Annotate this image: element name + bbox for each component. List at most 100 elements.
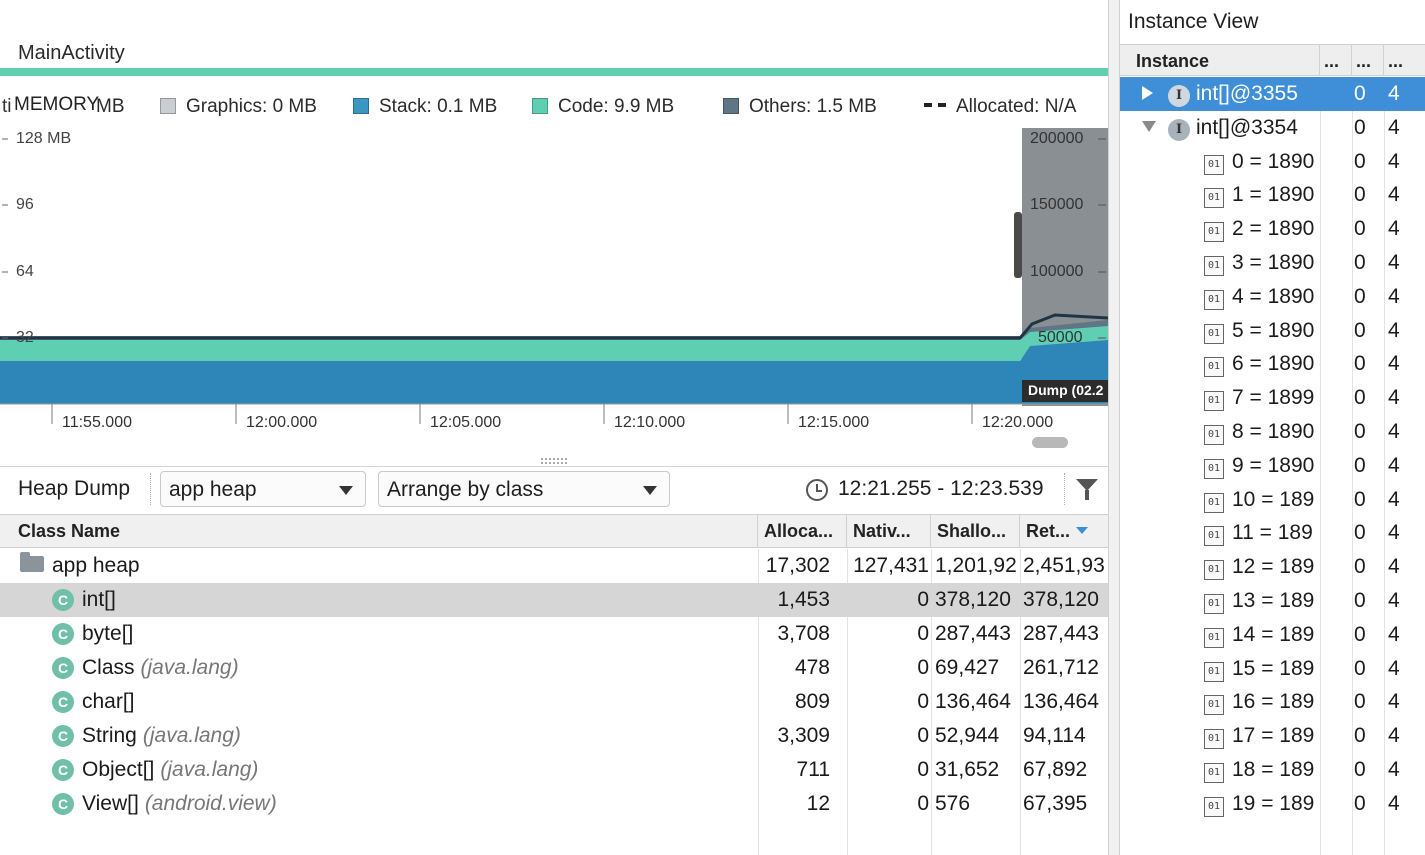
class-icon: C <box>52 793 74 815</box>
class-icon: C <box>52 725 74 747</box>
field-row[interactable]: 01 8 = 1890 0 4 <box>1120 415 1425 449</box>
shallow-cell: 4 <box>1388 284 1400 308</box>
collapse-arrow-icon[interactable] <box>1142 120 1156 132</box>
instance-row[interactable]: Iint[]@3354 0 4 <box>1120 111 1425 145</box>
retained-size-cell: 2,451,93 <box>1023 554 1105 577</box>
field-row[interactable]: 01 10 = 189 0 4 <box>1120 483 1425 517</box>
class-icon: C <box>52 759 74 781</box>
field-label: 3 = 1890 <box>1232 251 1315 274</box>
legend-graphics-label: Graphics: 0 MB <box>186 96 317 117</box>
field-row[interactable]: 01 4 = 1890 0 4 <box>1120 280 1425 314</box>
field-label: 17 = 189 <box>1232 724 1315 748</box>
table-row[interactable]: Cint[] 1,453 0 378,120 378,120 <box>0 583 1108 617</box>
legend-allocated: Allocated: N/A <box>924 96 1076 118</box>
depth-cell: 0 <box>1354 690 1366 714</box>
splitter-grip[interactable] <box>541 458 567 464</box>
heap-dump-marker[interactable]: Dump (02.2 <box>1022 380 1108 402</box>
retained-size-cell: 287,443 <box>1023 622 1099 645</box>
table-row[interactable]: app heap 17,302 127,431 1,201,92 2,451,93 <box>0 549 1108 583</box>
class-table-header: Class Name Alloca... Nativ... Shallo... … <box>0 514 1108 548</box>
x-tick-label: 12:15.000 <box>798 414 870 431</box>
shallow-cell: 4 <box>1388 724 1400 748</box>
native-size-cell: 0 <box>917 622 929 645</box>
field-row[interactable]: 01 16 = 189 0 4 <box>1120 685 1425 719</box>
column-depth[interactable]: ... <box>1320 45 1352 75</box>
field-row[interactable]: 01 13 = 189 0 4 <box>1120 584 1425 618</box>
field-row[interactable]: 01 18 = 189 0 4 <box>1120 753 1425 787</box>
depth-cell: 0 <box>1354 589 1366 612</box>
shallow-size-cell: 31,652 <box>935 758 1000 781</box>
expand-arrow-icon[interactable] <box>1142 86 1153 100</box>
field-row[interactable]: 01 15 = 189 0 4 <box>1120 652 1425 686</box>
class-icon: C <box>52 691 74 713</box>
shallow-cell: 4 <box>1388 622 1400 646</box>
native-size-cell: 127,431 <box>853 554 929 577</box>
legend-others: Others: 1.5 MB <box>723 96 877 118</box>
field-row[interactable]: 01 7 = 1899 0 4 <box>1120 381 1425 415</box>
allocations-cell: 478 <box>794 656 830 679</box>
table-row[interactable]: C Object[] (java.lang) 711 0 31,652 67,892 <box>0 753 1108 787</box>
column-retained-size[interactable]: Ret... <box>1020 515 1108 547</box>
pane-splitter[interactable] <box>1108 0 1120 855</box>
shallow-cell: 4 <box>1388 690 1400 714</box>
field-row[interactable]: 01 12 = 189 0 4 <box>1120 550 1425 584</box>
field-row[interactable]: 01 19 = 189 0 4 <box>1120 787 1425 821</box>
expander <box>1142 82 1168 106</box>
x-tick-label: 11:55.000 <box>62 414 132 431</box>
field-row[interactable]: 01 14 = 189 0 4 <box>1120 618 1425 652</box>
field-row[interactable]: 01 9 = 1890 0 4 <box>1120 449 1425 483</box>
memory-track-label: MEMORY <box>14 94 100 115</box>
arrange-select[interactable]: Arrange by class <box>378 471 670 507</box>
field-row[interactable]: 01 11 = 189 0 4 <box>1120 516 1425 550</box>
heap-select[interactable]: app heap <box>160 471 366 507</box>
table-row[interactable]: C Class (java.lang) 478 0 69,427 261,712 <box>0 651 1108 685</box>
memory-chart[interactable]: 128 MB 96 64 32 200000 150000 100000 500… <box>0 128 1108 464</box>
array-element-icon: 01 <box>1204 458 1224 479</box>
shallow-cell: 4 <box>1388 149 1400 173</box>
depth-cell: 0 <box>1354 82 1366 105</box>
field-row[interactable]: 01 1 = 1890 0 4 <box>1120 178 1425 212</box>
column-native-size[interactable]: Nativ... <box>847 515 931 547</box>
field-cell: 01 3 = 1890 <box>1204 246 1320 280</box>
timeline-scrollbar[interactable] <box>1032 437 1068 448</box>
array-element-icon: 01 <box>1204 154 1224 175</box>
column-class-name[interactable]: Class Name <box>0 515 758 547</box>
table-row[interactable]: C View[] (android.view) 12 0 576 67,395 <box>0 787 1108 821</box>
field-row[interactable]: 01 5 = 1890 0 4 <box>1120 314 1425 348</box>
depth-cell: 0 <box>1354 386 1366 410</box>
column-shallow[interactable]: ... <box>1384 45 1425 75</box>
activity-timeline-bar[interactable] <box>0 68 1108 76</box>
heap-dump-toolbar: Heap Dump app heap Arrange by class 12:2… <box>0 466 1108 512</box>
depth-cell: 0 <box>1354 352 1366 376</box>
column-instance[interactable]: Instance <box>1120 45 1320 75</box>
column-allocations[interactable]: Alloca... <box>758 515 847 547</box>
field-row[interactable]: 01 3 = 1890 0 4 <box>1120 246 1425 280</box>
field-label: 19 = 189 <box>1232 791 1315 815</box>
field-row[interactable]: 01 6 = 1890 0 4 <box>1120 347 1425 381</box>
shallow-cell: 4 <box>1388 183 1400 207</box>
column-native[interactable]: ... <box>1352 45 1384 75</box>
column-shallow-size[interactable]: Shallo... <box>931 515 1020 547</box>
shallow-cell: 4 <box>1388 555 1400 579</box>
depth-cell: 0 <box>1354 521 1366 545</box>
retained-size-cell: 67,395 <box>1023 792 1088 815</box>
activity-bar: MainActivity <box>0 28 1108 78</box>
table-row[interactable]: C String (java.lang) 3,309 0 52,944 94,114 <box>0 719 1108 753</box>
x-tick-label: 12:20.000 <box>982 414 1054 431</box>
heap-dump-title: Heap Dump <box>18 477 131 500</box>
table-row[interactable]: Cbyte[] 3,708 0 287,443 287,443 <box>0 617 1108 651</box>
field-row[interactable]: 01 17 = 189 0 4 <box>1120 719 1425 753</box>
class-name: String <box>82 724 137 747</box>
depth-cell: 0 <box>1354 622 1366 646</box>
shallow-cell: 4 <box>1388 589 1400 612</box>
retained-size-cell: 94,114 <box>1023 724 1086 747</box>
filter-icon[interactable] <box>1076 479 1098 500</box>
field-label: 9 = 1890 <box>1232 453 1315 477</box>
field-row[interactable]: 01 0 = 1890 0 4 <box>1120 145 1425 179</box>
depth-cell: 0 <box>1354 149 1366 173</box>
instance-row[interactable]: Iint[]@3355 0 4 <box>1120 77 1425 111</box>
shallow-cell: 4 <box>1388 115 1400 139</box>
field-row[interactable]: 01 2 = 1890 0 4 <box>1120 212 1425 246</box>
table-row[interactable]: Cchar[] 809 0 136,464 136,464 <box>0 685 1108 719</box>
allocations-cell: 12 <box>806 792 830 815</box>
